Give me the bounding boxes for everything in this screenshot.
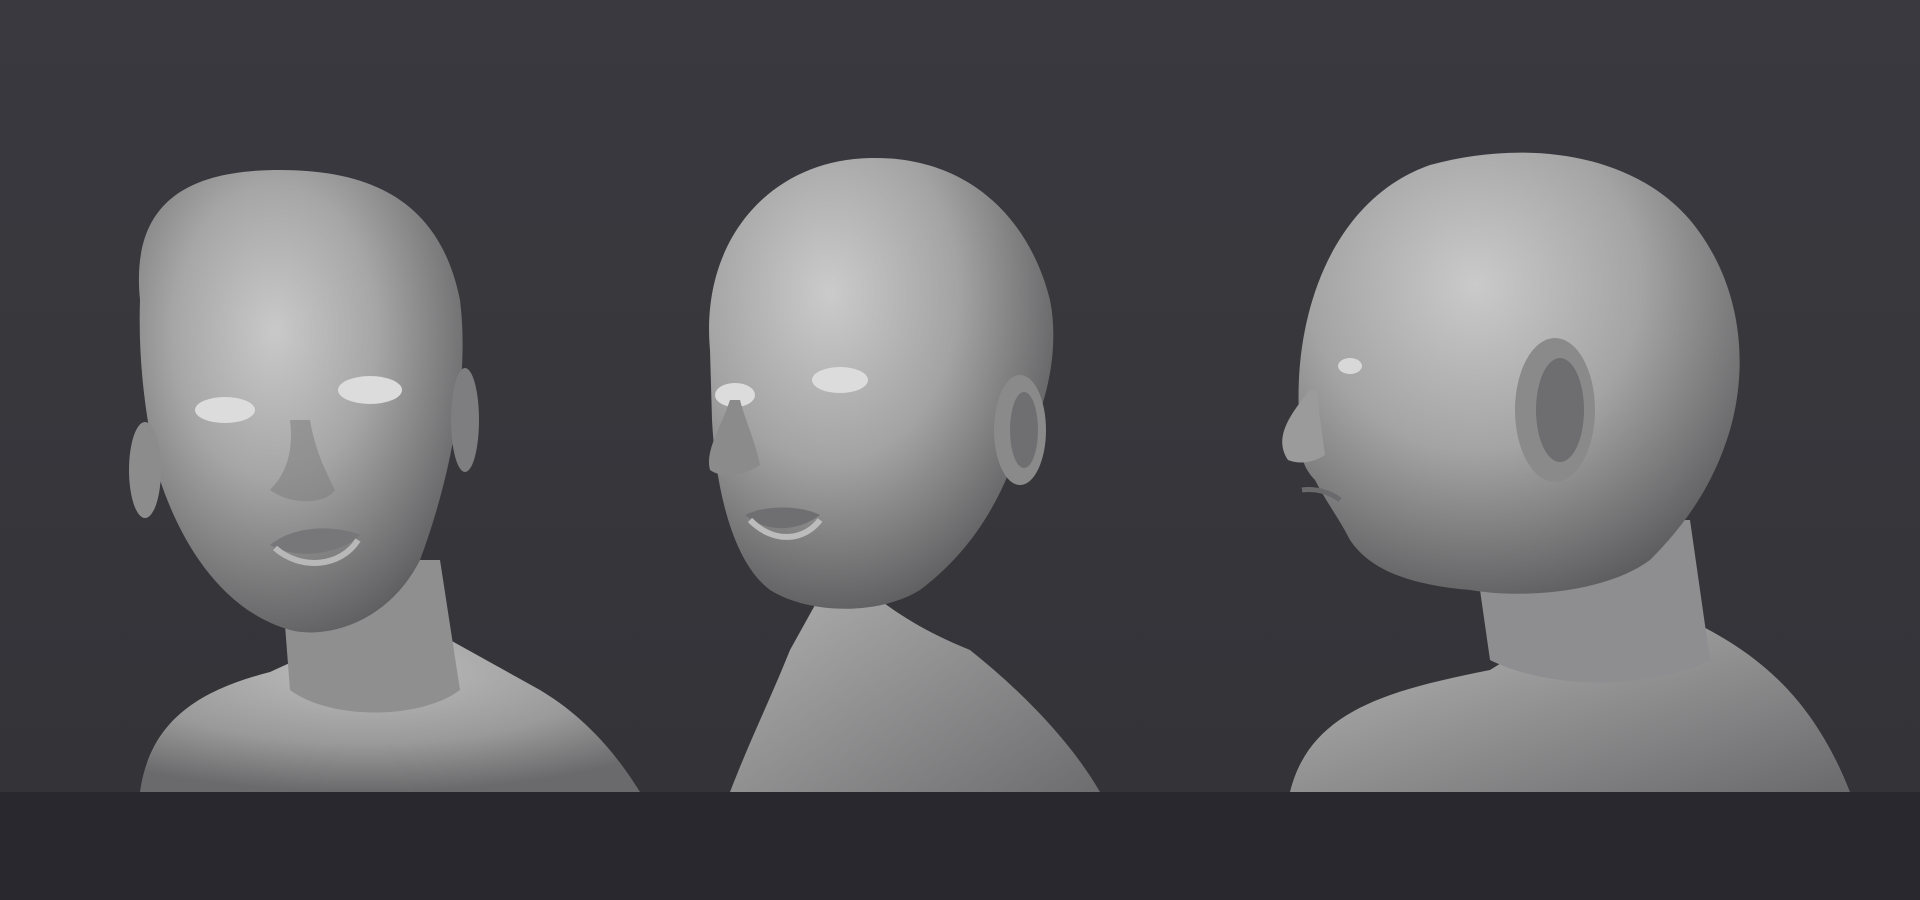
floor-band bbox=[0, 792, 1920, 900]
render-canvas bbox=[0, 0, 1920, 900]
bald-head-front-icon bbox=[129, 170, 640, 792]
sculpt-bust-three-quarter bbox=[690, 0, 1170, 792]
bald-head-three-quarter-icon bbox=[709, 157, 1100, 792]
sculpt-bust-profile bbox=[1270, 0, 1900, 792]
sculpt-bust-front bbox=[120, 0, 660, 792]
bald-head-profile-icon bbox=[1282, 152, 1850, 792]
